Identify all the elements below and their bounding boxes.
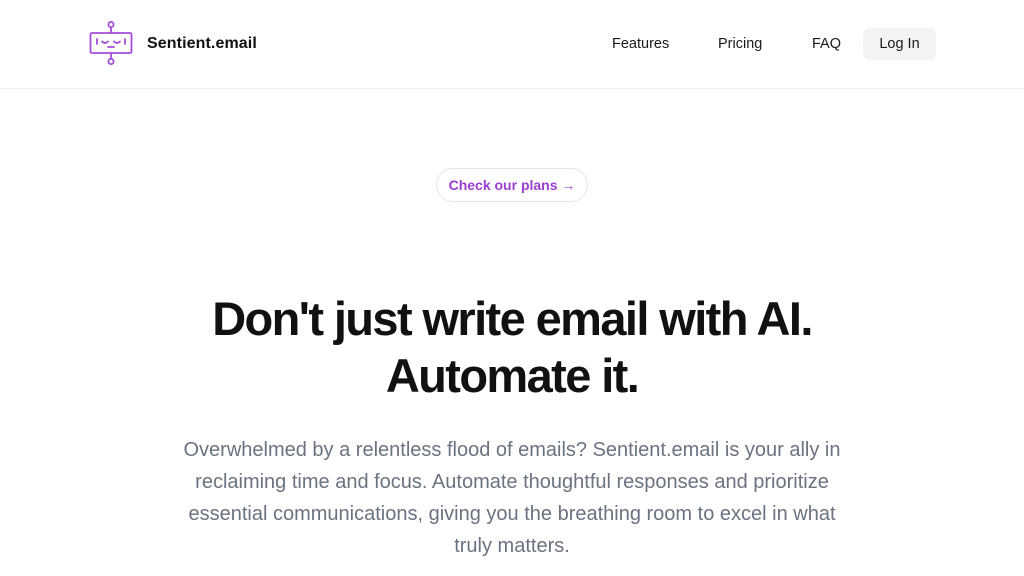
nav-link-features[interactable]: Features (612, 28, 669, 60)
nav-link-pricing[interactable]: Pricing (718, 28, 762, 60)
robot-face-logo-icon (89, 21, 133, 66)
site-header: Sentient.email Features Pricing FAQ Log … (0, 0, 1024, 89)
hero-title: Don't just write email with AI. Automate… (112, 290, 912, 404)
check-plans-link[interactable]: Check our plans → (436, 168, 588, 202)
brand-name: Sentient.email (147, 35, 257, 52)
login-button[interactable]: Log In (863, 28, 936, 60)
hero-title-line-1: Don't just write email with AI. (212, 292, 813, 345)
hero-title-line-2: Automate it. (385, 349, 640, 402)
nav-link-faq[interactable]: FAQ (812, 28, 841, 60)
brand-logo-link[interactable]: Sentient.email (88, 20, 257, 68)
hero-description: Overwhelmed by a relentless flood of ema… (183, 439, 841, 557)
